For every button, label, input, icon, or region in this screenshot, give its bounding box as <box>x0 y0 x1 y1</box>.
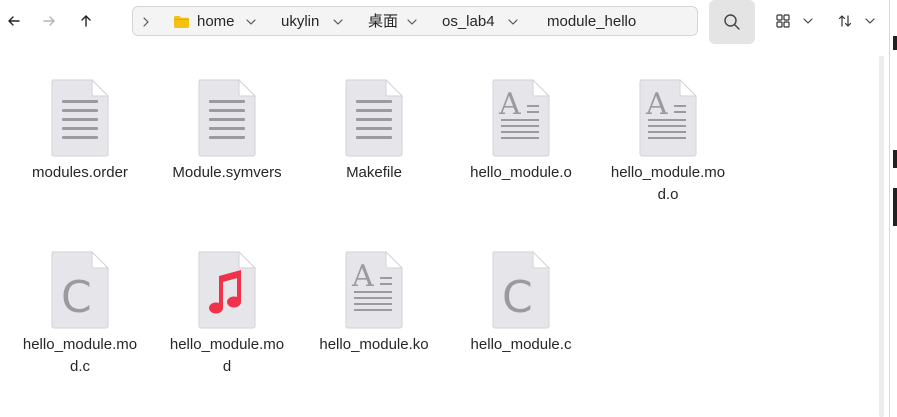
file-item-modules-order[interactable]: modules.order <box>15 78 145 184</box>
object-file-icon: A <box>636 78 700 158</box>
file-item-hello-module-mod-o[interactable]: A hello_module.mod.o <box>603 78 733 206</box>
file-name: hello_module.o <box>470 164 572 181</box>
file-item-hello-module-c[interactable]: C hello_module.c <box>456 250 586 356</box>
breadcrumb-item-module-hello[interactable]: module_hello <box>547 13 636 31</box>
object-file-icon: A <box>342 250 406 330</box>
search-button[interactable] <box>709 0 755 44</box>
chevron-down-icon[interactable] <box>507 16 519 28</box>
vertical-scrollbar[interactable] <box>879 56 884 417</box>
file-grid: modules.order Module.symvers Makefile A … <box>0 44 880 417</box>
breadcrumb-expand-button[interactable] <box>139 14 153 30</box>
chevron-right-icon <box>143 17 149 27</box>
back-button[interactable] <box>1 8 27 34</box>
arrow-up-icon <box>81 15 91 27</box>
file-item-module-symvers[interactable]: Module.symvers <box>162 78 292 184</box>
file-manager-window: home ukylin 桌面 os_lab4 module_hello modu… <box>0 0 897 417</box>
sort-button[interactable] <box>838 11 876 31</box>
grid-view-icon <box>776 14 790 28</box>
svg-text:A: A <box>351 259 374 294</box>
sort-icon <box>838 15 852 27</box>
svg-text:C: C <box>502 272 533 323</box>
text-document-icon <box>195 78 259 158</box>
up-button[interactable] <box>73 8 99 34</box>
edge-marker <box>893 150 897 168</box>
file-name: Makefile <box>346 164 402 181</box>
file-name: hello_module.mod.o <box>610 164 726 203</box>
c-source-icon: C <box>489 250 553 330</box>
breadcrumb-item-home[interactable]: home <box>197 13 235 31</box>
file-name: modules.order <box>32 164 128 181</box>
breadcrumb-item-os-lab4[interactable]: os_lab4 <box>442 13 495 31</box>
file-item-hello-module-o[interactable]: A hello_module.o <box>456 78 586 184</box>
file-name: hello_module.mod.c <box>22 336 138 375</box>
view-mode-button[interactable] <box>776 11 814 31</box>
svg-text:A: A <box>498 87 521 122</box>
file-item-makefile[interactable]: Makefile <box>309 78 439 184</box>
svg-text:A: A <box>645 87 668 122</box>
forward-button[interactable] <box>36 8 62 34</box>
search-icon <box>724 14 740 30</box>
breadcrumb: home ukylin 桌面 os_lab4 module_hello <box>132 6 698 36</box>
text-document-icon <box>342 78 406 158</box>
file-item-hello-module-mod-c[interactable]: C hello_module.mod.c <box>15 250 145 378</box>
arrow-right-icon <box>43 16 55 26</box>
text-document-icon <box>48 78 112 158</box>
chevron-down-icon[interactable] <box>332 16 344 28</box>
object-file-icon: A <box>489 78 553 158</box>
svg-text:C: C <box>61 272 92 323</box>
c-source-icon: C <box>48 250 112 330</box>
chevron-down-icon <box>865 18 875 24</box>
edge-marker <box>893 188 897 226</box>
edge-marker <box>893 36 897 50</box>
chevron-down-icon[interactable] <box>406 16 418 28</box>
breadcrumb-item-ukylin[interactable]: ukylin <box>281 13 319 31</box>
arrow-left-icon <box>8 16 20 26</box>
folder-icon <box>174 16 189 28</box>
chevron-down-icon <box>803 18 813 24</box>
file-item-hello-module-mod[interactable]: hello_module.mod <box>162 250 292 378</box>
breadcrumb-item-desktop[interactable]: 桌面 <box>368 13 398 31</box>
toolbar: home ukylin 桌面 os_lab4 module_hello <box>0 0 897 44</box>
chevron-down-icon[interactable] <box>245 16 257 28</box>
file-name: hello_module.mod <box>169 336 285 375</box>
file-item-hello-module-ko[interactable]: A hello_module.ko <box>309 250 439 356</box>
file-name: Module.symvers <box>172 164 282 181</box>
file-name: hello_module.c <box>470 336 572 353</box>
music-file-icon <box>195 250 259 330</box>
file-name: hello_module.ko <box>319 336 429 353</box>
